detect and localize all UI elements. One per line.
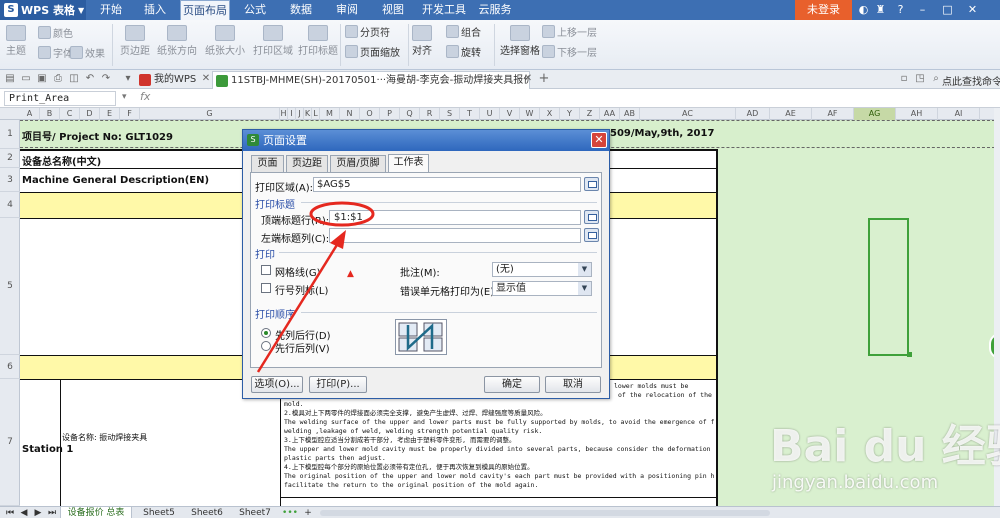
sheet-tab-bar: ⏮ ◀ ▶ ⏭ 设备报价 总表 Sheet5 Sheet6 Sheet7 •••… xyxy=(0,506,1000,518)
sheet-tab-sheet5[interactable]: Sheet5 xyxy=(136,507,182,518)
annotation-ellipse xyxy=(309,201,375,227)
wps-spreadsheet-window: S WPS 表格 ▼ 开始 插入 页面布局 公式 数据 审阅 视图 开发工具 云… xyxy=(0,0,1000,518)
sheet-tab-sheet7[interactable]: Sheet7 xyxy=(232,507,278,518)
add-sheet-icon[interactable]: + xyxy=(302,507,314,518)
horizontal-scrollbar[interactable] xyxy=(320,510,770,516)
last-sheet-icon[interactable]: ⏭ xyxy=(46,507,58,518)
more-sheets-icon[interactable]: ••• xyxy=(280,507,300,518)
prev-sheet-icon[interactable]: ◀ xyxy=(18,507,30,518)
sheet-tab-summary[interactable]: 设备报价 总表 xyxy=(60,507,132,518)
watermark-brand: Bai du 经验 xyxy=(770,421,1000,472)
annotation-arrow xyxy=(256,239,342,373)
annotation-arrowhead xyxy=(330,230,346,249)
first-sheet-icon[interactable]: ⏮ xyxy=(4,507,16,518)
watermark-url: jingyan.baidu.com xyxy=(772,472,939,493)
next-sheet-icon[interactable]: ▶ xyxy=(32,507,44,518)
baidu-watermark: Bai du 经验 jingyan.baidu.com xyxy=(770,410,1000,510)
sheet-tab-sheet6[interactable]: Sheet6 xyxy=(184,507,230,518)
